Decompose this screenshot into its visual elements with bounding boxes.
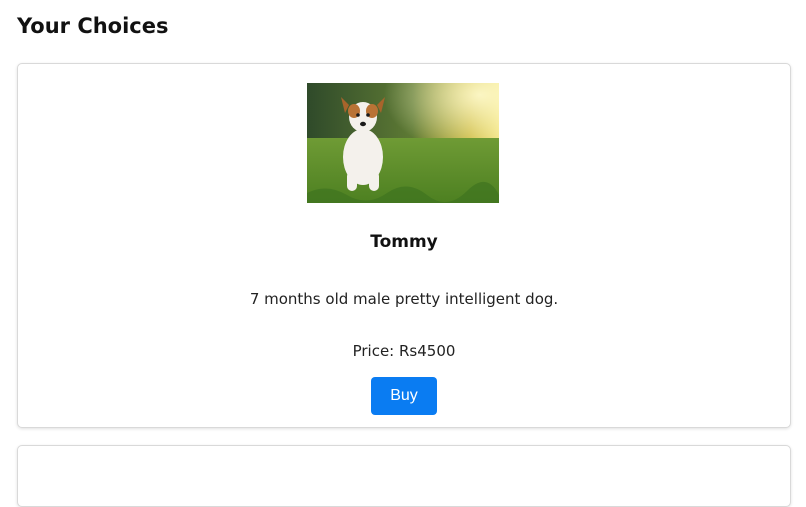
pet-description: 7 months old male pretty intelligent dog… bbox=[249, 290, 559, 308]
pet-card-next bbox=[17, 445, 791, 507]
buy-button[interactable]: Buy bbox=[371, 377, 437, 415]
page-title: Your Choices bbox=[17, 14, 169, 38]
pet-card: Tommy 7 months old male pretty intellige… bbox=[17, 63, 791, 428]
pet-price: Price: Rs4500 bbox=[352, 342, 456, 360]
pet-name: Tommy bbox=[370, 232, 438, 252]
dog-photo-image bbox=[307, 83, 499, 203]
